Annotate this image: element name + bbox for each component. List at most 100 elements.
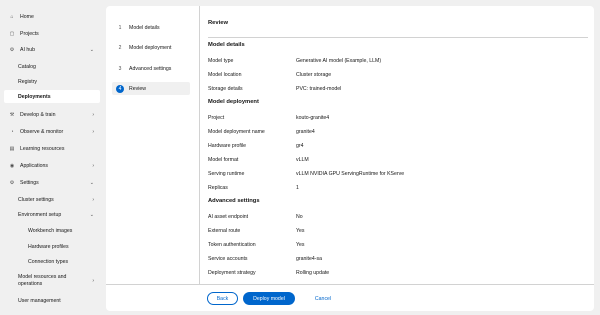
detail-value: Cluster storage — [296, 72, 332, 78]
detail-key: Project — [208, 115, 225, 121]
folder-icon: ▢ — [9, 30, 15, 37]
detail-row: Token authentication Yes — [208, 240, 588, 250]
step-number: 3 — [118, 65, 122, 72]
step-number: 2 — [118, 44, 122, 51]
detail-value: PVC: trained-model — [296, 86, 342, 92]
nav-label: Cluster settings — [18, 196, 54, 203]
detail-value: No — [296, 214, 303, 220]
step-number: 1 — [118, 24, 122, 31]
settings-icon: ⚙ — [9, 179, 15, 186]
nav-label: Connection types — [28, 258, 69, 265]
nav-ai-hub[interactable]: ⚙ AI hub ⌄ — [4, 43, 100, 56]
nav-observe-monitor[interactable]: ◔ Observe & monitor › — [4, 125, 100, 138]
wizard-step-advanced-settings[interactable]: 3 Advanced settings — [112, 62, 190, 75]
sidebar-nav: ⌂ Home ▢ Projects ⚙ AI hub ⌄ Catalog Reg… — [0, 0, 104, 315]
nav-hardware-profiles[interactable]: Hardware profiles — [4, 240, 100, 253]
detail-row: Model deployment name granite4 — [208, 127, 588, 137]
nav-label: Hardware profiles — [28, 243, 69, 250]
step-label: Advanced settings — [129, 65, 172, 72]
detail-row: Service accounts granite4-sa — [208, 254, 588, 264]
detail-value: Yes — [296, 242, 305, 248]
detail-row: Serving runtime vLLM NVIDIA GPU ServingR… — [208, 169, 588, 179]
nav-label: Develop & train — [20, 111, 56, 118]
detail-key: Deployment strategy — [208, 270, 256, 276]
nav-label: Observe & monitor — [20, 128, 64, 135]
wizard-step-model-deployment[interactable]: 2 Model deployment — [112, 41, 190, 54]
detail-value: Generative AI model (Example, LLM) — [296, 58, 382, 64]
wizard-step-review[interactable]: 4 Review — [112, 82, 190, 95]
detail-key: Token authentication — [208, 242, 256, 248]
detail-value: Yes — [296, 228, 305, 234]
detail-key: Model location — [208, 72, 242, 78]
detail-row: Model location Cluster storage — [208, 70, 588, 80]
step-label: Model details — [129, 24, 160, 31]
detail-row: Project kouto-granite4 — [208, 113, 588, 123]
nav-catalog[interactable]: Catalog — [4, 60, 100, 73]
nav-model-resources-operations[interactable]: Model resources and operations › — [4, 272, 100, 290]
nav-projects[interactable]: ▢ Projects — [4, 27, 100, 40]
nav-label: AI hub — [20, 46, 35, 53]
nav-workbench-images[interactable]: Workbench images — [4, 224, 100, 237]
detail-key: AI asset endpoint — [208, 214, 249, 220]
wizard-step-model-details[interactable]: 1 Model details — [112, 21, 190, 34]
nav-label: Workbench images — [28, 227, 73, 234]
nav-label: Deployments — [18, 93, 51, 100]
detail-row: Model type Generative AI model (Example,… — [208, 56, 588, 66]
detail-key: Model deployment name — [208, 129, 265, 135]
page-title: Review — [208, 20, 228, 26]
nav-learning-resources[interactable]: ▤ Learning resources — [4, 142, 100, 155]
section-model-details: Model details — [208, 42, 245, 48]
detail-key: Model format — [208, 157, 239, 163]
nav-label: Catalog — [18, 63, 36, 70]
detail-key: Serving runtime — [208, 171, 245, 177]
nav-registry[interactable]: Registry — [4, 75, 100, 88]
wizard-steps: 1 Model details 2 Model deployment 3 Adv… — [106, 6, 200, 284]
nav-user-management[interactable]: User management — [4, 294, 100, 307]
nav-label: Settings — [20, 179, 39, 186]
chevron-down-icon: ⌄ — [89, 211, 94, 218]
wizard-footer: Back Deploy model Cancel — [106, 284, 594, 311]
nav-home[interactable]: ⌂ Home — [4, 10, 100, 23]
nav-label: Registry — [18, 78, 38, 85]
detail-row: External route Yes — [208, 226, 588, 236]
deploy-wizard-card: 1 Model details 2 Model deployment 3 Adv… — [106, 6, 594, 311]
nav-label: Model resources and operations — [18, 274, 67, 287]
chevron-right-icon: › — [92, 162, 94, 169]
detail-value: vLLM NVIDIA GPU ServingRuntime for KServ… — [296, 171, 405, 177]
detail-key: Service accounts — [208, 256, 248, 262]
detail-key: Replicas — [208, 185, 228, 191]
nav-deployments[interactable]: Deployments — [4, 90, 100, 103]
detail-row: AI asset endpoint No — [208, 212, 588, 222]
chevron-down-icon: ⌄ — [89, 179, 94, 186]
detail-value: granite4-sa — [296, 256, 322, 262]
title-divider — [208, 37, 588, 38]
detail-value: 1 — [296, 185, 299, 191]
monitor-icon: ◔ — [10, 128, 14, 135]
back-button[interactable]: Back — [207, 292, 238, 305]
home-icon: ⌂ — [10, 13, 14, 20]
detail-row: Model format vLLM — [208, 155, 588, 165]
nav-applications[interactable]: ◉ Applications › — [4, 159, 100, 172]
section-model-deployment: Model deployment — [208, 99, 259, 105]
detail-key: Model type — [208, 58, 234, 64]
nav-connection-types[interactable]: Connection types — [4, 255, 100, 268]
step-label: Review — [129, 85, 147, 92]
detail-row: Replicas 1 — [208, 183, 588, 193]
nav-environment-setup[interactable]: Environment setup ⌄ — [4, 208, 100, 221]
detail-value: vLLM — [296, 157, 309, 163]
nav-cluster-settings[interactable]: Cluster settings › — [4, 193, 100, 206]
detail-value: granite4 — [296, 129, 315, 135]
nav-settings[interactable]: ⚙ Settings ⌄ — [4, 176, 100, 189]
chevron-right-icon: › — [92, 196, 94, 203]
nav-label: User management — [18, 297, 61, 304]
detail-key: Hardware profile — [208, 143, 247, 149]
step-number: 4 — [116, 84, 124, 93]
deploy-model-button[interactable]: Deploy model — [243, 292, 295, 305]
detail-row: Storage details PVC: trained-model — [208, 84, 588, 94]
cancel-button[interactable]: Cancel — [309, 292, 337, 305]
detail-value: gr4 — [296, 143, 304, 149]
chevron-down-icon: ⌄ — [89, 46, 94, 53]
nav-label: Learning resources — [20, 145, 65, 152]
nav-label: Environment setup — [18, 211, 62, 218]
nav-develop-train[interactable]: ⚒ Develop & train › — [4, 108, 100, 121]
